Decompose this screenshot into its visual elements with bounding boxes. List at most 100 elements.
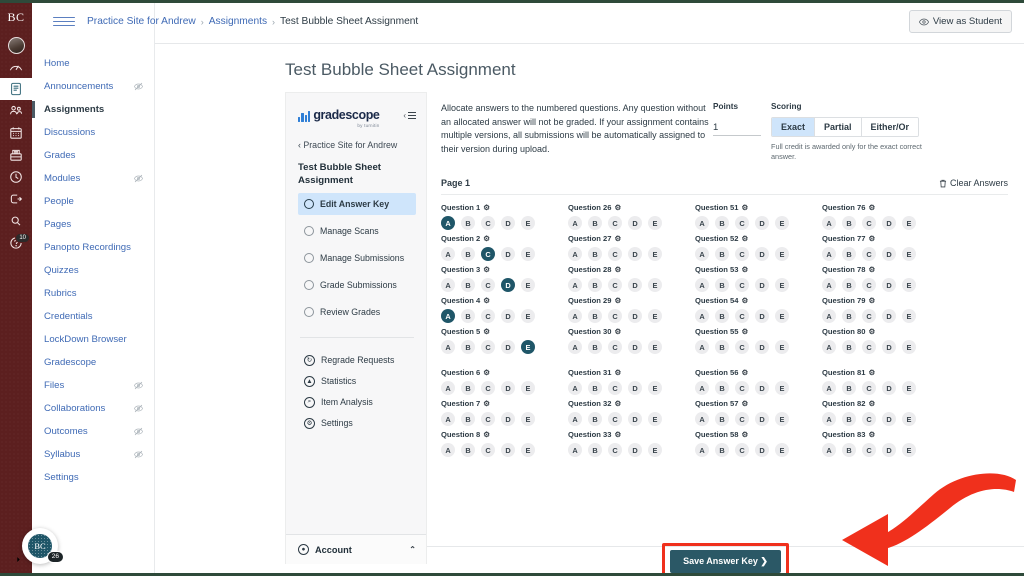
sidebar-item-panopto-recordings[interactable]: Panopto Recordings <box>32 236 154 259</box>
answer-bubble-A[interactable]: A <box>822 278 836 293</box>
answer-bubble-A[interactable]: A <box>822 381 836 396</box>
answer-bubble-D[interactable]: D <box>628 247 642 262</box>
gear-icon[interactable]: ⚙ <box>868 327 875 336</box>
answer-bubble-E[interactable]: E <box>902 309 916 324</box>
answer-bubble-B[interactable]: B <box>715 247 729 262</box>
answer-bubble-E[interactable]: E <box>521 247 535 262</box>
answer-bubble-A[interactable]: A <box>441 340 455 355</box>
global-nav-dashboard[interactable] <box>0 56 32 78</box>
answer-bubble-C[interactable]: C <box>481 340 495 355</box>
answer-bubble-B[interactable]: B <box>842 443 856 458</box>
answer-bubble-E[interactable]: E <box>775 216 789 231</box>
answer-bubble-A[interactable]: A <box>695 278 709 293</box>
sidebar-item-assignments[interactable]: Assignments <box>32 98 154 121</box>
answer-bubble-D[interactable]: D <box>755 216 769 231</box>
answer-bubble-E[interactable]: E <box>521 278 535 293</box>
answer-bubble-D[interactable]: D <box>501 443 515 458</box>
sidebar-item-people[interactable]: People <box>32 190 154 213</box>
answer-bubble-D[interactable]: D <box>755 443 769 458</box>
answer-bubble-A[interactable]: A <box>822 216 836 231</box>
answer-bubble-D[interactable]: D <box>501 309 515 324</box>
clear-answers-button[interactable]: Clear Answers <box>939 178 1008 188</box>
answer-bubble-E[interactable]: E <box>775 381 789 396</box>
answer-bubble-A[interactable]: A <box>695 340 709 355</box>
answer-bubble-B[interactable]: B <box>588 340 602 355</box>
answer-bubble-B[interactable]: B <box>461 216 475 231</box>
gear-icon[interactable]: ⚙ <box>483 327 490 336</box>
answer-bubble-D[interactable]: D <box>755 412 769 427</box>
gear-icon[interactable]: ⚙ <box>741 399 748 408</box>
answer-bubble-A[interactable]: A <box>441 278 455 293</box>
answer-bubble-E[interactable]: E <box>902 443 916 458</box>
sidebar-item-grades[interactable]: Grades <box>32 144 154 167</box>
answer-bubble-C[interactable]: C <box>608 412 622 427</box>
gradescope-back-link[interactable]: ‹ Practice Site for Andrew <box>298 140 416 150</box>
answer-bubble-E[interactable]: E <box>902 247 916 262</box>
answer-bubble-B[interactable]: B <box>461 247 475 262</box>
answer-bubble-B[interactable]: B <box>715 340 729 355</box>
answer-bubble-D[interactable]: D <box>628 278 642 293</box>
sidebar-item-files[interactable]: Files <box>32 374 154 397</box>
answer-bubble-A[interactable]: A <box>441 247 455 262</box>
answer-bubble-B[interactable]: B <box>461 443 475 458</box>
sidebar-item-settings[interactable]: Settings <box>32 466 154 489</box>
gear-icon[interactable]: ⚙ <box>868 234 875 243</box>
answer-bubble-D[interactable]: D <box>628 340 642 355</box>
sidebar-item-syllabus[interactable]: Syllabus <box>32 443 154 466</box>
answer-bubble-C[interactable]: C <box>481 216 495 231</box>
answer-bubble-E[interactable]: E <box>775 340 789 355</box>
gear-icon[interactable]: ⚙ <box>614 399 621 408</box>
answer-bubble-B[interactable]: B <box>842 340 856 355</box>
gradescope-tool-settings[interactable]: ⚙ Settings <box>298 413 416 434</box>
answer-bubble-C[interactable]: C <box>481 381 495 396</box>
answer-bubble-D[interactable]: D <box>628 309 642 324</box>
answer-bubble-D[interactable]: D <box>501 216 515 231</box>
gear-icon[interactable]: ⚙ <box>614 296 621 305</box>
answer-bubble-C[interactable]: C <box>608 216 622 231</box>
gradescope-collapse-button[interactable]: ‹ <box>403 111 416 120</box>
answer-bubble-C[interactable]: C <box>735 412 749 427</box>
answer-bubble-C[interactable]: C <box>735 381 749 396</box>
gear-icon[interactable]: ⚙ <box>614 203 621 212</box>
answer-bubble-B[interactable]: B <box>842 381 856 396</box>
gear-icon[interactable]: ⚙ <box>741 430 748 439</box>
answer-bubble-E[interactable]: E <box>648 340 662 355</box>
gradescope-step-manage-scans[interactable]: Manage Scans <box>298 220 416 242</box>
answer-bubble-B[interactable]: B <box>715 309 729 324</box>
gear-icon[interactable]: ⚙ <box>741 265 748 274</box>
answer-bubble-D[interactable]: D <box>628 381 642 396</box>
breadcrumb-item[interactable]: Practice Site for Andrew <box>87 16 196 27</box>
answer-bubble-B[interactable]: B <box>715 381 729 396</box>
answer-bubble-A[interactable]: A <box>441 216 455 231</box>
answer-bubble-A[interactable]: A <box>822 443 836 458</box>
gear-icon[interactable]: ⚙ <box>868 399 875 408</box>
sidebar-item-pages[interactable]: Pages <box>32 213 154 236</box>
gradescope-step-grade-submissions[interactable]: Grade Submissions <box>298 274 416 296</box>
answer-bubble-C[interactable]: C <box>608 278 622 293</box>
answer-bubble-D[interactable]: D <box>628 216 642 231</box>
answer-bubble-C[interactable]: C <box>735 340 749 355</box>
answer-bubble-C[interactable]: C <box>481 247 495 262</box>
answer-bubble-E[interactable]: E <box>775 443 789 458</box>
answer-bubble-D[interactable]: D <box>628 412 642 427</box>
answer-bubble-D[interactable]: D <box>501 247 515 262</box>
answer-bubble-A[interactable]: A <box>695 412 709 427</box>
answer-bubble-A[interactable]: A <box>441 412 455 427</box>
answer-bubble-C[interactable]: C <box>735 309 749 324</box>
answer-bubble-C[interactable]: C <box>608 247 622 262</box>
scoring-option-exact[interactable]: Exact <box>772 118 816 136</box>
answer-bubble-A[interactable]: A <box>822 247 836 262</box>
answer-bubble-C[interactable]: C <box>608 381 622 396</box>
answer-bubble-A[interactable]: A <box>695 381 709 396</box>
answer-bubble-E[interactable]: E <box>648 247 662 262</box>
answer-bubble-E[interactable]: E <box>902 381 916 396</box>
answer-bubble-D[interactable]: D <box>882 443 896 458</box>
sidebar-item-gradescope[interactable]: Gradescope <box>32 351 154 374</box>
gradescope-account-button[interactable]: ● Account ⌃ <box>286 534 426 564</box>
answer-bubble-B[interactable]: B <box>842 278 856 293</box>
answer-bubble-A[interactable]: A <box>568 216 582 231</box>
gear-icon[interactable]: ⚙ <box>741 327 748 336</box>
answer-bubble-C[interactable]: C <box>735 216 749 231</box>
answer-bubble-E[interactable]: E <box>775 412 789 427</box>
gear-icon[interactable]: ⚙ <box>614 265 621 274</box>
